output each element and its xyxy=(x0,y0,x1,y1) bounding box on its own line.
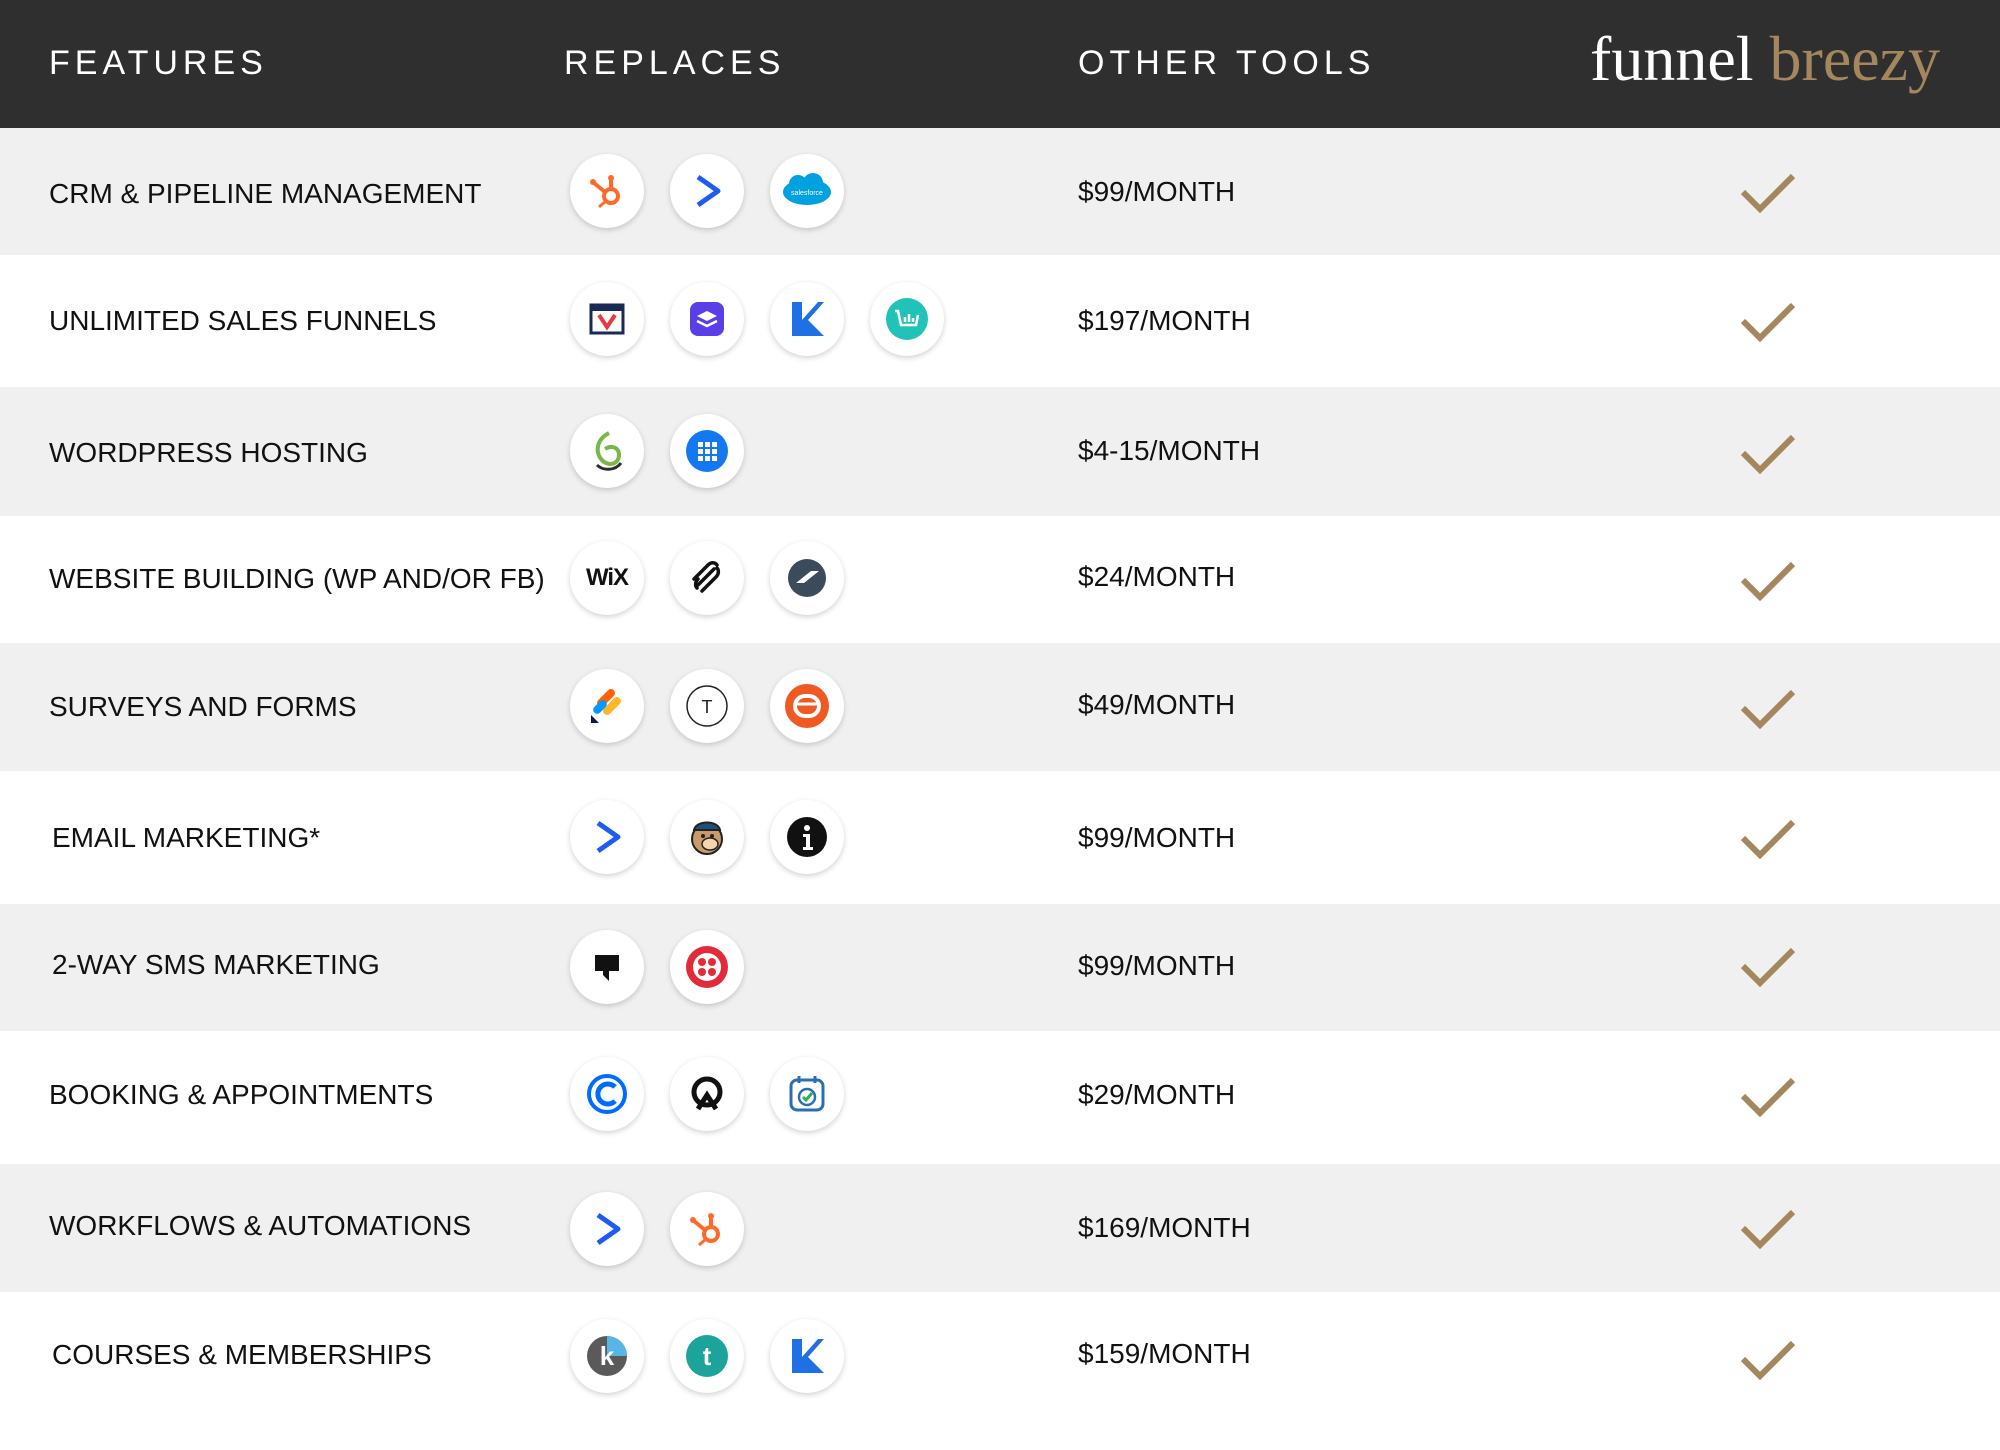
check-icon xyxy=(1740,173,1796,214)
mailchimp-icon xyxy=(670,800,744,874)
replaced-tools: k t xyxy=(570,1319,844,1393)
elementor-icon xyxy=(770,541,844,615)
feature-label: WEBSITE BUILDING (WP AND/OR FB) xyxy=(49,563,545,594)
twilio-icon xyxy=(670,930,744,1004)
squarespace-icon xyxy=(670,541,744,615)
calendly-icon xyxy=(570,1057,644,1131)
teachable-icon: t xyxy=(670,1319,744,1393)
price-label: $197/MONTH xyxy=(1078,305,1251,336)
replaces-column-header: REPLACES xyxy=(564,44,786,82)
brand-logo-part2: breezy xyxy=(1769,23,1941,94)
brand-logo-part1: funnel xyxy=(1590,23,1754,94)
price-label: $49/MONTH xyxy=(1078,689,1236,720)
teachable-letter: t xyxy=(703,1341,712,1371)
leadpages-icon xyxy=(670,282,744,356)
replaced-tools xyxy=(570,930,744,1004)
table-row-workflows: WORKFLOWS & AUTOMATIONS $169/MONTH xyxy=(0,1164,2000,1292)
replaced-tools xyxy=(570,282,944,356)
wix-wordmark: WiX xyxy=(585,564,629,591)
acuity-icon xyxy=(670,1057,744,1131)
replaced-tools xyxy=(570,1192,744,1266)
typeform-letter: T xyxy=(702,697,713,717)
feature-label: CRM & PIPELINE MANAGEMENT xyxy=(49,178,482,209)
kajabi-icon: k xyxy=(570,1319,644,1393)
calendar-check-icon xyxy=(770,1057,844,1131)
siteground-icon xyxy=(570,414,644,488)
table-row-website-building: WEBSITE BUILDING (WP AND/OR FB) WiX $24/… xyxy=(0,516,2000,643)
check-icon xyxy=(1740,1077,1796,1118)
hubspot-icon xyxy=(670,1192,744,1266)
kartra-icon xyxy=(770,282,844,356)
clickfunnels-icon xyxy=(570,282,644,356)
replaced-tools xyxy=(570,800,844,874)
price-label: $29/MONTH xyxy=(1078,1079,1236,1110)
replaced-tools xyxy=(570,1057,844,1131)
table-row-courses: COURSES & MEMBERSHIPS k t $159/MONTH xyxy=(0,1292,2000,1450)
jotform-icon xyxy=(570,669,644,743)
replaced-tools: WiX xyxy=(570,541,844,615)
table-row-wordpress-hosting: WORDPRESS HOSTING $4-15/MONTH xyxy=(0,387,2000,516)
price-label: $159/MONTH xyxy=(1078,1338,1251,1369)
bluehost-icon xyxy=(670,414,744,488)
other-tools-column-header: OTHER TOOLS xyxy=(1078,44,1376,82)
table-row-sales-funnels: UNLIMITED SALES FUNNELS $197/MONTH xyxy=(0,255,2000,387)
check-icon xyxy=(1740,1209,1796,1250)
check-icon xyxy=(1740,1340,1796,1381)
samcart-icon xyxy=(870,282,944,356)
check-icon xyxy=(1740,689,1796,730)
wix-icon: WiX xyxy=(570,541,644,615)
price-label: $4-15/MONTH xyxy=(1078,435,1261,466)
feature-label: WORKFLOWS & AUTOMATIONS xyxy=(49,1210,472,1241)
table-row-booking: BOOKING & APPOINTMENTS $29/MONTH xyxy=(0,1031,2000,1164)
price-label: $169/MONTH xyxy=(1078,1212,1251,1243)
brand-logo: funnel breezy xyxy=(1590,22,1940,96)
salesforce-wordmark: salesforce xyxy=(791,190,823,197)
feature-label: COURSES & MEMBERSHIPS xyxy=(52,1339,432,1370)
feature-label: BOOKING & APPOINTMENTS xyxy=(49,1079,434,1110)
check-icon xyxy=(1740,434,1796,475)
table-row-crm: CRM & PIPELINE MANAGEMENT salesforce $99… xyxy=(0,128,2000,255)
activecampaign-icon xyxy=(670,154,744,228)
replaced-tools: T xyxy=(570,669,844,743)
price-label: $99/MONTH xyxy=(1078,950,1236,981)
price-label: $99/MONTH xyxy=(1078,176,1236,207)
kajabi-letter: k xyxy=(600,1341,615,1371)
salesforce-icon: salesforce xyxy=(770,154,844,228)
feature-label: SURVEYS AND FORMS xyxy=(49,691,357,722)
hubspot-icon xyxy=(570,154,644,228)
price-label: $99/MONTH xyxy=(1078,822,1236,853)
replaced-tools: salesforce xyxy=(570,154,844,228)
activecampaign-icon xyxy=(570,800,644,874)
check-icon xyxy=(1740,302,1796,343)
table-row-surveys-forms: SURVEYS AND FORMS T $49/MONTH xyxy=(0,643,2000,771)
feature-label: WORDPRESS HOSTING xyxy=(49,437,368,468)
feature-label: UNLIMITED SALES FUNNELS xyxy=(49,305,437,336)
features-column-header: FEATURES xyxy=(49,44,268,82)
price-label: $24/MONTH xyxy=(1078,561,1236,592)
feature-label: 2-WAY SMS MARKETING xyxy=(52,949,380,980)
infusionsoft-icon xyxy=(770,800,844,874)
kartra-icon xyxy=(770,1319,844,1393)
check-icon xyxy=(1740,819,1796,860)
header-bar: FEATURES REPLACES OTHER TOOLS funnel bre… xyxy=(0,0,2000,128)
podium-icon xyxy=(570,930,644,1004)
typeform-icon: T xyxy=(670,669,744,743)
replaced-tools xyxy=(570,414,744,488)
table-row-sms-marketing: 2-WAY SMS MARKETING $99/MONTH xyxy=(0,904,2000,1031)
feature-label: EMAIL MARKETING* xyxy=(52,822,321,853)
table-row-email-marketing: EMAIL MARKETING* $99/MONTH xyxy=(0,771,2000,904)
activecampaign-icon xyxy=(570,1192,644,1266)
check-icon xyxy=(1740,947,1796,988)
check-icon xyxy=(1740,561,1796,602)
surveymonkey-icon xyxy=(770,669,844,743)
